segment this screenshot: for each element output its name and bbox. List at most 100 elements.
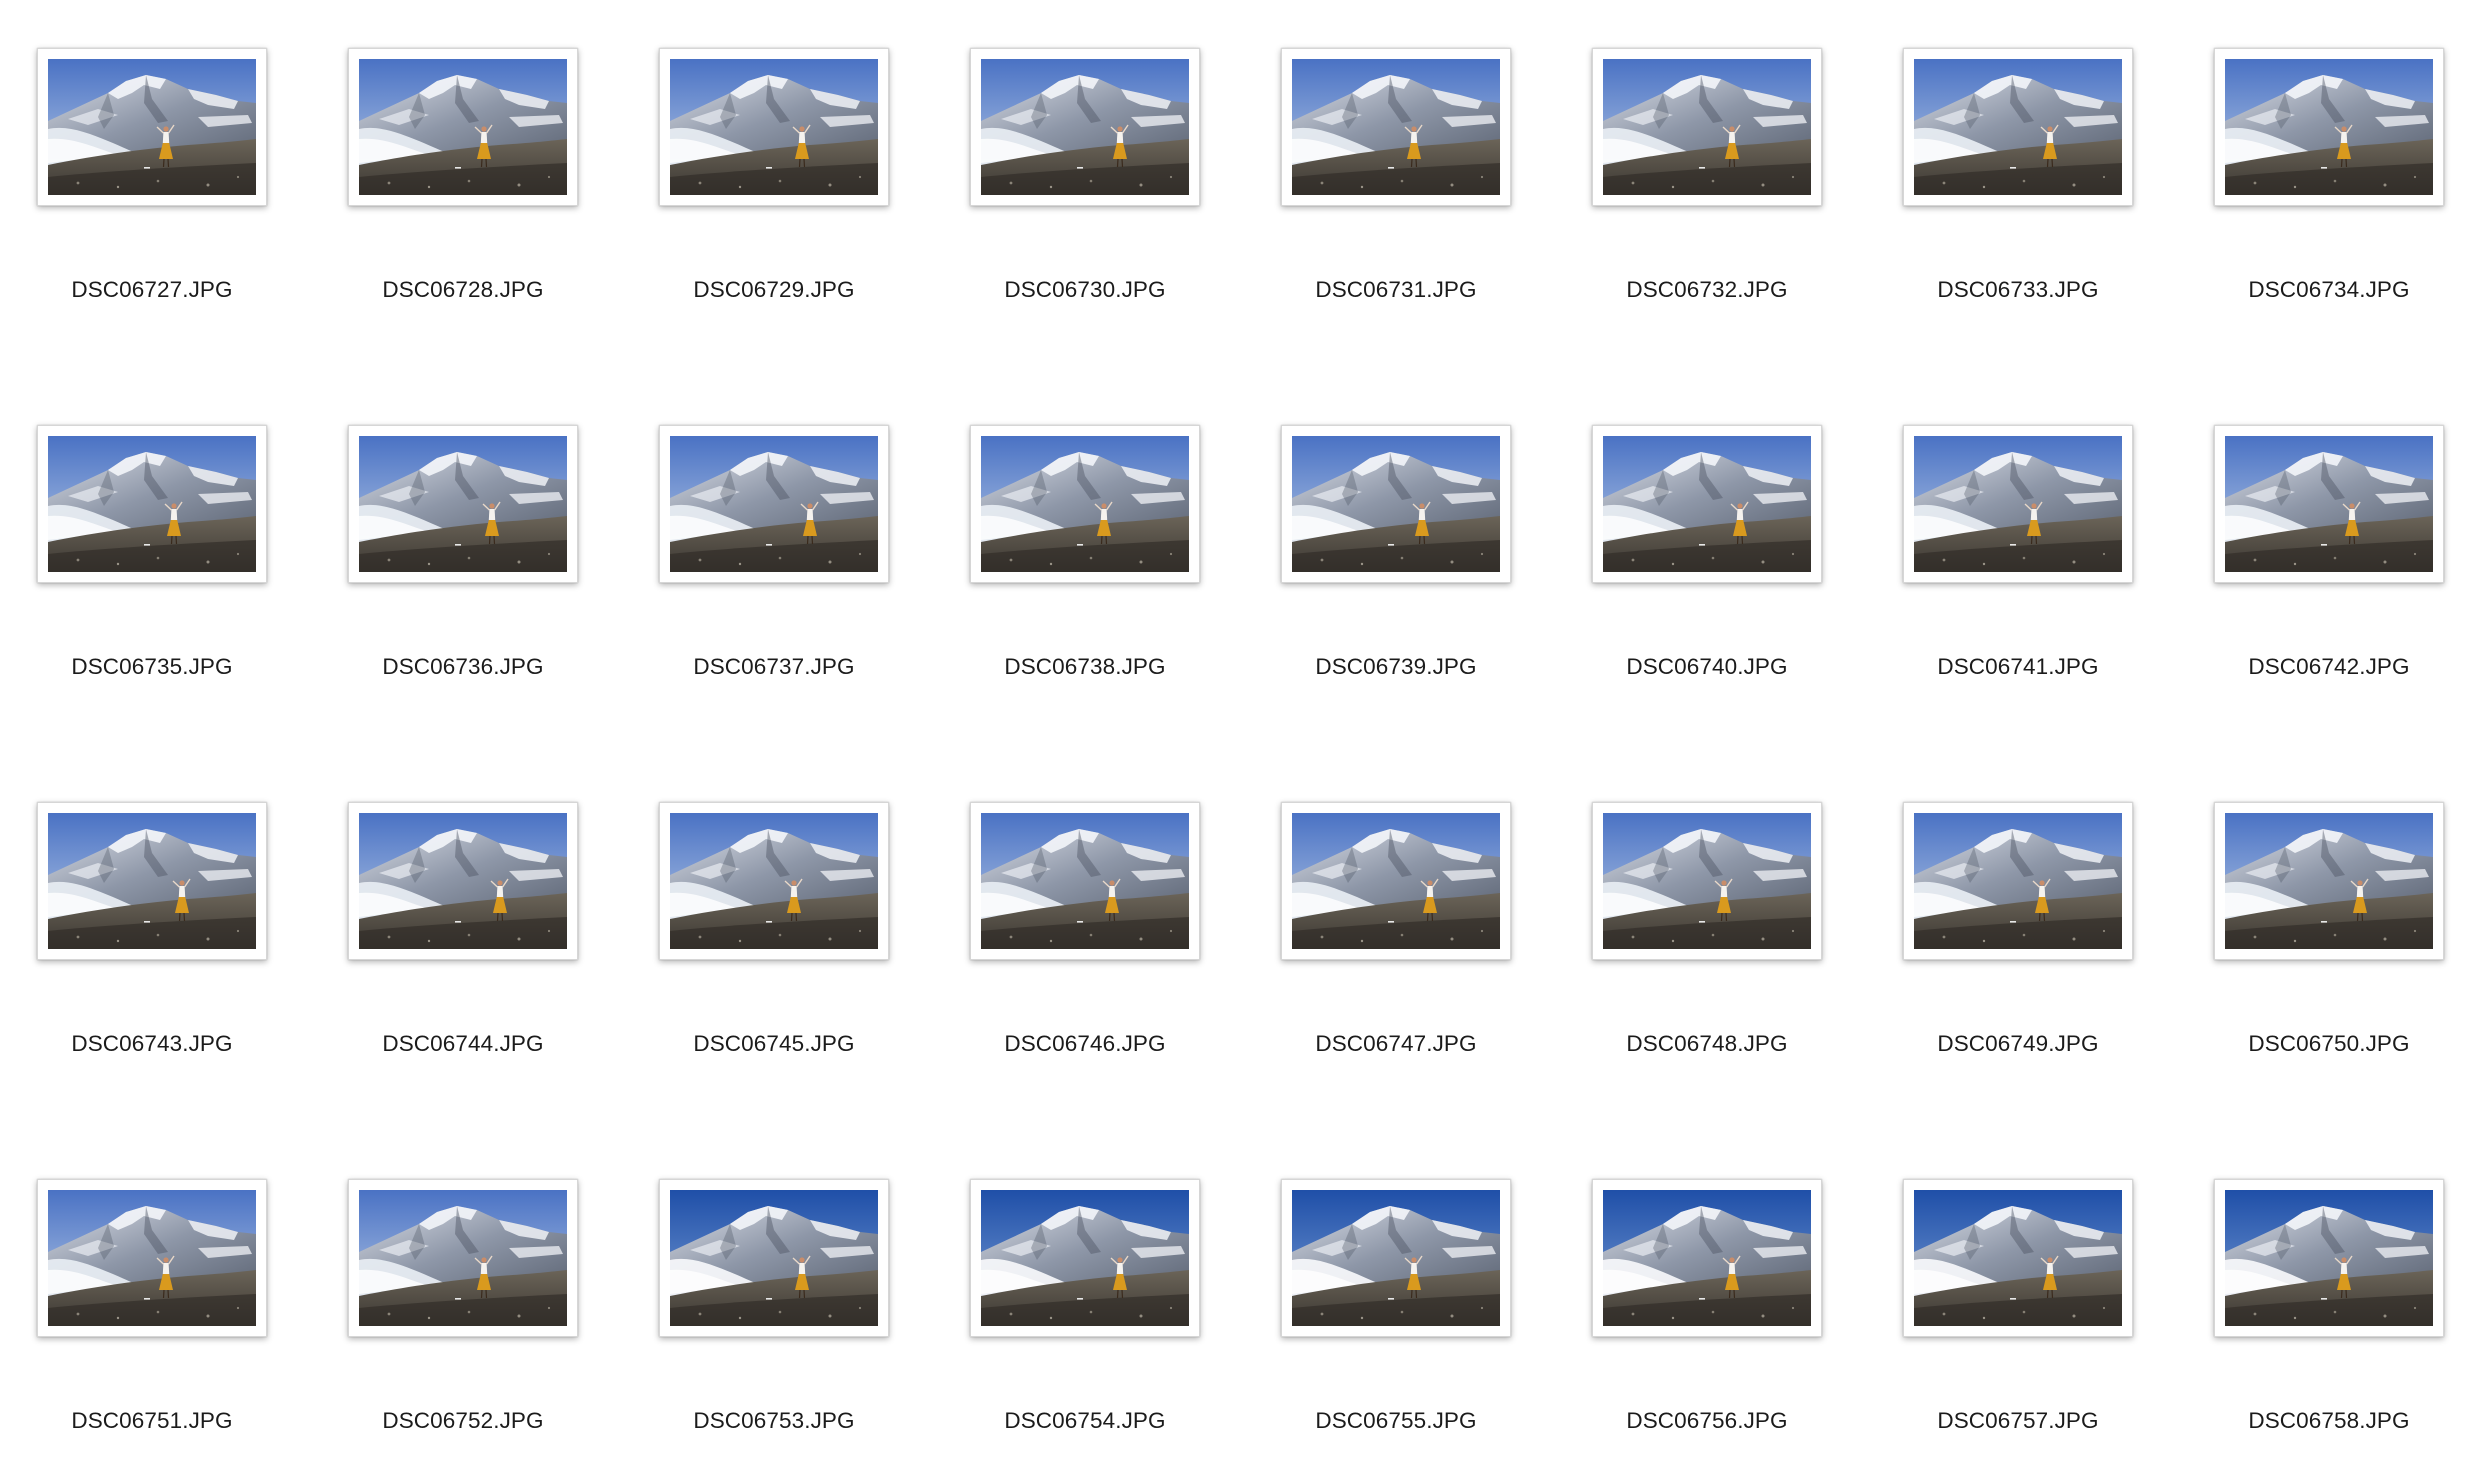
file-name-label[interactable]: DSC06755.JPG [1241,1408,1551,1434]
file-item-dsc06731-jpg[interactable]: DSC06731.JPG [1241,0,1551,303]
photo-thumbnail-icon[interactable] [2214,425,2444,583]
file-item-dsc06757-jpg[interactable]: DSC06757.JPG [1863,1131,2173,1434]
photo-thumbnail-icon[interactable] [37,1179,267,1337]
file-name-label[interactable]: DSC06741.JPG [1863,654,2173,680]
file-item-dsc06756-jpg[interactable]: DSC06756.JPG [1552,1131,1862,1434]
file-item-dsc06751-jpg[interactable]: DSC06751.JPG [0,1131,307,1434]
file-name-label[interactable]: DSC06727.JPG [0,277,307,303]
file-item-dsc06752-jpg[interactable]: DSC06752.JPG [308,1131,618,1434]
file-name-label[interactable]: DSC06749.JPG [1863,1031,2173,1057]
file-name-label[interactable]: DSC06744.JPG [308,1031,618,1057]
file-item-dsc06730-jpg[interactable]: DSC06730.JPG [930,0,1240,303]
photo-preview [48,813,256,949]
photo-thumbnail-icon[interactable] [2214,802,2444,960]
file-item-dsc06749-jpg[interactable]: DSC06749.JPG [1863,754,2173,1057]
photo-thumbnail-icon[interactable] [348,425,578,583]
photo-preview [1914,813,2122,949]
file-item-dsc06742-jpg[interactable]: DSC06742.JPG [2174,377,2476,680]
file-name-label[interactable]: DSC06743.JPG [0,1031,307,1057]
file-name-label[interactable]: DSC06753.JPG [619,1408,929,1434]
file-name-label[interactable]: DSC06730.JPG [930,277,1240,303]
photo-thumbnail-icon[interactable] [1592,1179,1822,1337]
file-name-label[interactable]: DSC06745.JPG [619,1031,929,1057]
photo-thumbnail-icon[interactable] [2214,48,2444,206]
file-name-label[interactable]: DSC06728.JPG [308,277,618,303]
photo-thumbnail-icon[interactable] [1903,48,2133,206]
photo-thumbnail-icon[interactable] [37,425,267,583]
file-item-dsc06741-jpg[interactable]: DSC06741.JPG [1863,377,2173,680]
photo-thumbnail-icon[interactable] [659,48,889,206]
file-name-label[interactable]: DSC06729.JPG [619,277,929,303]
file-name-label[interactable]: DSC06738.JPG [930,654,1240,680]
file-name-label[interactable]: DSC06756.JPG [1552,1408,1862,1434]
photo-thumbnail-icon[interactable] [2214,1179,2444,1337]
file-name-label[interactable]: DSC06732.JPG [1552,277,1862,303]
file-item-dsc06744-jpg[interactable]: DSC06744.JPG [308,754,618,1057]
file-name-label[interactable]: DSC06737.JPG [619,654,929,680]
file-item-dsc06736-jpg[interactable]: DSC06736.JPG [308,377,618,680]
file-item-dsc06737-jpg[interactable]: DSC06737.JPG [619,377,929,680]
file-name-label[interactable]: DSC06750.JPG [2174,1031,2476,1057]
file-name-label[interactable]: DSC06754.JPG [930,1408,1240,1434]
photo-preview [48,1190,256,1326]
file-item-dsc06747-jpg[interactable]: DSC06747.JPG [1241,754,1551,1057]
photo-thumbnail-icon[interactable] [970,425,1200,583]
photo-thumbnail-icon[interactable] [659,425,889,583]
photo-thumbnail-icon[interactable] [1592,802,1822,960]
photo-thumbnail-icon[interactable] [1281,48,1511,206]
file-name-label[interactable]: DSC06747.JPG [1241,1031,1551,1057]
file-item-dsc06758-jpg[interactable]: DSC06758.JPG [2174,1131,2476,1434]
photo-preview [1914,436,2122,572]
file-item-dsc06727-jpg[interactable]: DSC06727.JPG [0,0,307,303]
file-item-dsc06743-jpg[interactable]: DSC06743.JPG [0,754,307,1057]
photo-thumbnail-icon[interactable] [37,48,267,206]
file-item-dsc06739-jpg[interactable]: DSC06739.JPG [1241,377,1551,680]
file-item-dsc06728-jpg[interactable]: DSC06728.JPG [308,0,618,303]
file-name-label[interactable]: DSC06748.JPG [1552,1031,1862,1057]
file-item-dsc06733-jpg[interactable]: DSC06733.JPG [1863,0,2173,303]
photo-thumbnail-icon[interactable] [1281,802,1511,960]
photo-thumbnail-icon[interactable] [970,1179,1200,1337]
photo-thumbnail-icon[interactable] [970,802,1200,960]
photo-thumbnail-icon[interactable] [1592,48,1822,206]
file-item-dsc06738-jpg[interactable]: DSC06738.JPG [930,377,1240,680]
photo-thumbnail-icon[interactable] [1281,425,1511,583]
photo-thumbnail-icon[interactable] [970,48,1200,206]
file-name-label[interactable]: DSC06733.JPG [1863,277,2173,303]
file-item-dsc06746-jpg[interactable]: DSC06746.JPG [930,754,1240,1057]
file-name-label[interactable]: DSC06751.JPG [0,1408,307,1434]
file-name-label[interactable]: DSC06746.JPG [930,1031,1240,1057]
file-name-label[interactable]: DSC06735.JPG [0,654,307,680]
file-item-dsc06755-jpg[interactable]: DSC06755.JPG [1241,1131,1551,1434]
file-item-dsc06748-jpg[interactable]: DSC06748.JPG [1552,754,1862,1057]
file-item-dsc06750-jpg[interactable]: DSC06750.JPG [2174,754,2476,1057]
file-name-label[interactable]: DSC06731.JPG [1241,277,1551,303]
photo-thumbnail-icon[interactable] [1903,1179,2133,1337]
file-item-dsc06740-jpg[interactable]: DSC06740.JPG [1552,377,1862,680]
photo-thumbnail-icon[interactable] [1903,802,2133,960]
photo-thumbnail-icon[interactable] [659,1179,889,1337]
photo-thumbnail-icon[interactable] [348,1179,578,1337]
file-item-dsc06735-jpg[interactable]: DSC06735.JPG [0,377,307,680]
photo-thumbnail-icon[interactable] [659,802,889,960]
file-item-dsc06754-jpg[interactable]: DSC06754.JPG [930,1131,1240,1434]
photo-thumbnail-icon[interactable] [348,48,578,206]
file-item-dsc06729-jpg[interactable]: DSC06729.JPG [619,0,929,303]
file-name-label[interactable]: DSC06734.JPG [2174,277,2476,303]
photo-thumbnail-icon[interactable] [1903,425,2133,583]
file-item-dsc06734-jpg[interactable]: DSC06734.JPG [2174,0,2476,303]
file-name-label[interactable]: DSC06742.JPG [2174,654,2476,680]
photo-thumbnail-icon[interactable] [1281,1179,1511,1337]
file-item-dsc06732-jpg[interactable]: DSC06732.JPG [1552,0,1862,303]
file-name-label[interactable]: DSC06736.JPG [308,654,618,680]
file-name-label[interactable]: DSC06739.JPG [1241,654,1551,680]
file-item-dsc06745-jpg[interactable]: DSC06745.JPG [619,754,929,1057]
photo-thumbnail-icon[interactable] [348,802,578,960]
file-name-label[interactable]: DSC06752.JPG [308,1408,618,1434]
file-name-label[interactable]: DSC06757.JPG [1863,1408,2173,1434]
file-name-label[interactable]: DSC06758.JPG [2174,1408,2476,1434]
file-item-dsc06753-jpg[interactable]: DSC06753.JPG [619,1131,929,1434]
photo-thumbnail-icon[interactable] [1592,425,1822,583]
file-name-label[interactable]: DSC06740.JPG [1552,654,1862,680]
photo-thumbnail-icon[interactable] [37,802,267,960]
